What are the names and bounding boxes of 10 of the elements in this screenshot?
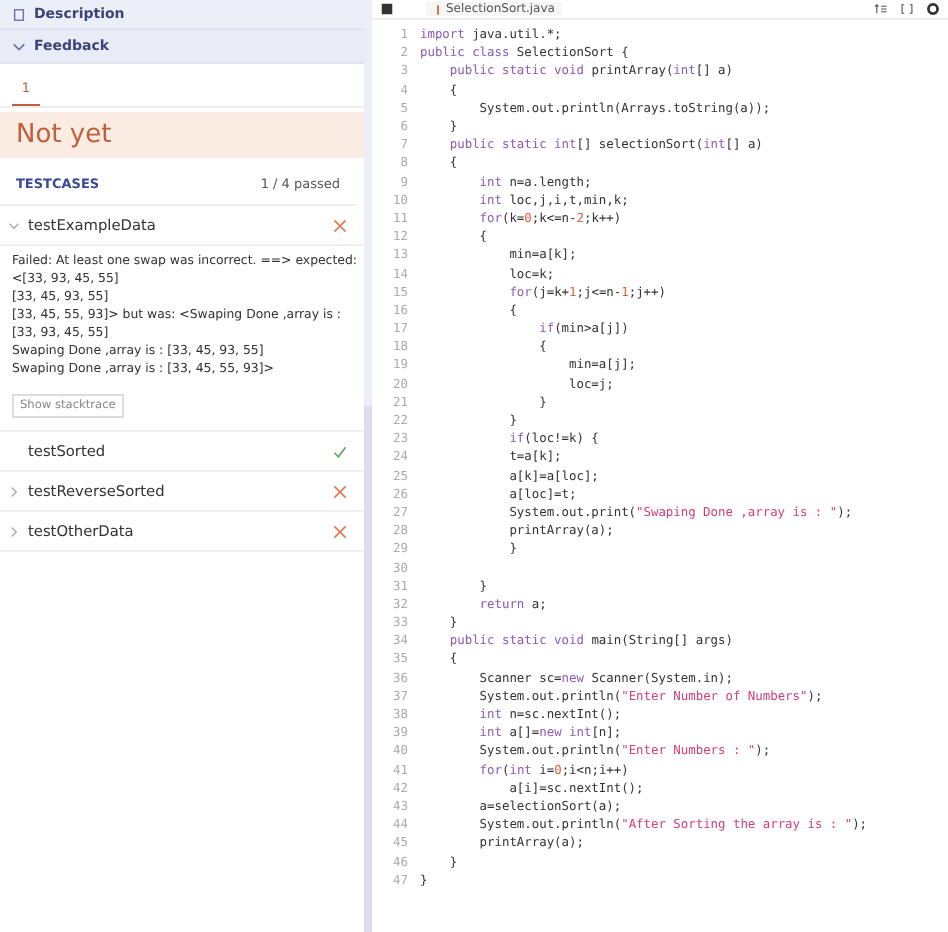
document-icon [12,7,26,21]
chevron-right-icon[interactable] [8,485,20,497]
square-icon[interactable] [380,2,394,16]
file-icon [434,3,442,15]
chevron-down-icon [12,39,26,53]
result-banner: Not yet [0,112,364,158]
brackets-icon[interactable] [900,2,914,16]
chevron-down-icon[interactable] [8,219,20,231]
sort-icon[interactable] [874,2,888,16]
chevron-right-icon[interactable] [8,525,20,537]
